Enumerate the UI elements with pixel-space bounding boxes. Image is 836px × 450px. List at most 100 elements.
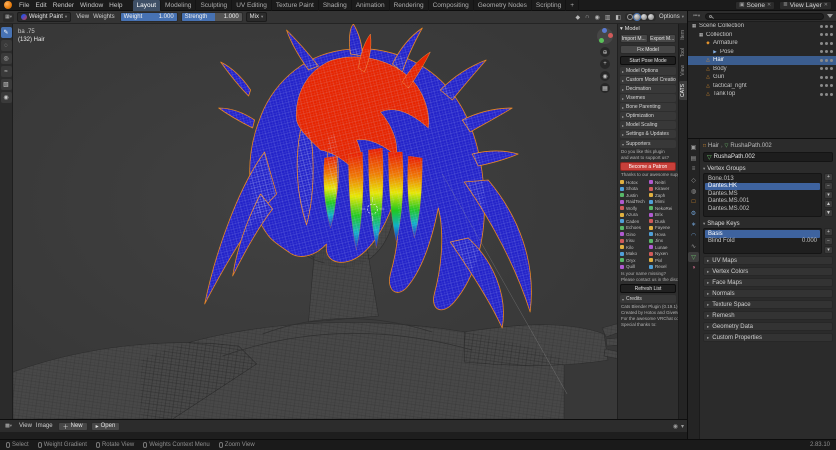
paint-tool-button[interactable]: ◎ (1, 53, 12, 64)
properties-tab[interactable]: ≡ (688, 164, 699, 174)
editor-type-dropdown[interactable]: ▩▾ (3, 422, 14, 431)
paint-tool-button[interactable]: ◌ (1, 40, 12, 51)
new-image-button[interactable]: ＋ New (58, 422, 88, 431)
list-operator-button[interactable]: + (824, 173, 833, 181)
overlays-icon[interactable]: ▥ (604, 14, 612, 21)
outliner-row[interactable]: △ Body (688, 65, 836, 74)
cats-section-header[interactable]: ▸ Visemes (620, 94, 676, 102)
paint-tool-button[interactable]: ▧ (1, 79, 12, 90)
export-model-button[interactable]: Export M... (649, 34, 677, 43)
vertex-group-row[interactable]: Dantes.MS.001 (705, 198, 820, 206)
image-editor-menu[interactable]: View (17, 423, 34, 429)
solid-shading-icon[interactable] (634, 14, 640, 20)
hide-viewport-icon[interactable] (820, 84, 823, 87)
breadcrumb-object[interactable]: Hair (708, 143, 719, 149)
list-operator-button[interactable]: ▼ (824, 209, 833, 217)
outliner-row[interactable]: △ Hair (688, 56, 836, 65)
workspace-tab[interactable]: Layout (133, 0, 162, 11)
start-pose-mode-button[interactable]: Start Pose Mode (620, 56, 676, 65)
disable-render-icon[interactable] (830, 59, 833, 62)
menubar-menu[interactable]: Edit (32, 0, 49, 11)
properties-panel-header[interactable]: ▸ Vertex Colors (703, 267, 833, 276)
supporter-entry[interactable]: Quill (620, 264, 647, 271)
workspace-tab[interactable]: Compositing (429, 0, 474, 11)
menubar-menu[interactable]: File (16, 0, 32, 11)
properties-panel-header[interactable]: ▸ Custom Properties (703, 333, 833, 342)
disable-render-icon[interactable] (830, 42, 833, 45)
wireframe-shading-icon[interactable] (627, 14, 633, 20)
gizmo-button[interactable]: + (600, 59, 610, 69)
supporter-entry[interactable]: Rexel (649, 264, 676, 271)
outliner-row[interactable]: ◆ Armature (688, 39, 836, 48)
disable-render-icon[interactable] (830, 33, 833, 36)
become-patron-button[interactable]: Become a Patron (620, 162, 676, 171)
mode-dropdown[interactable]: Weight Paint ▾ (17, 12, 71, 22)
disable-viewport-icon[interactable] (825, 25, 828, 28)
properties-tab[interactable]: ◇ (688, 175, 699, 185)
hide-viewport-icon[interactable] (820, 67, 823, 70)
credits-section-header[interactable]: ▾ Credits (620, 295, 676, 303)
cats-section-header[interactable]: ▸ Model Options (620, 67, 676, 75)
disable-render-icon[interactable] (830, 25, 833, 28)
workspace-tab[interactable]: Sculpting (196, 0, 232, 11)
hide-viewport-icon[interactable] (820, 33, 823, 36)
sidebar-tab[interactable]: CATS (679, 81, 687, 100)
breadcrumb-data[interactable]: RushaPath.002 (730, 143, 771, 149)
workspace-tab[interactable]: Rendering (390, 0, 429, 11)
import-model-button[interactable]: Import M... (620, 34, 648, 43)
options-dropdown[interactable]: Options ▾ (659, 14, 684, 20)
properties-panel-header[interactable]: ▸ Remesh (703, 311, 833, 320)
mesh-name-field[interactable]: ▽ RushaPath.002 (703, 152, 833, 162)
properties-tab[interactable]: □ (688, 197, 699, 207)
vertex-group-row[interactable]: Bone.013 (705, 175, 820, 183)
outliner-row[interactable]: △ tactical_right (688, 82, 836, 91)
disable-viewport-icon[interactable] (825, 76, 828, 79)
sidebar-tab[interactable]: View (679, 62, 687, 79)
disable-viewport-icon[interactable] (825, 33, 828, 36)
cats-section-header[interactable]: ▸ Model Scaling (620, 121, 676, 129)
list-operator-button[interactable]: ▾ (824, 246, 833, 254)
sidebar-tab[interactable]: Item (679, 27, 687, 43)
outliner-row[interactable]: ▶ Pose (688, 48, 836, 57)
viewport-menu[interactable]: Weights (91, 14, 117, 20)
properties-tab[interactable]: ▤ (688, 153, 699, 163)
paint-tool-button[interactable]: ◉ (1, 92, 12, 103)
paint-tool-button[interactable]: ✎ (1, 27, 12, 38)
view-layer-selector[interactable]: ≣ View Layer ✕ (779, 1, 832, 10)
menubar-menu[interactable]: Render (50, 0, 77, 11)
material-shading-icon[interactable] (641, 14, 647, 20)
hide-viewport-icon[interactable] (820, 93, 823, 96)
gizmo-button[interactable]: ◉ (600, 71, 610, 81)
disable-viewport-icon[interactable] (825, 42, 828, 45)
viewport-canvas[interactable]: ba .75 (132) Hair ⊕+◉▦ (13, 24, 617, 419)
fix-model-button[interactable]: Fix Model (620, 45, 676, 54)
navigation-gizmo[interactable] (597, 28, 613, 44)
menubar-menu[interactable]: Help (106, 0, 125, 11)
workspace-tab[interactable]: Modeling (161, 0, 196, 11)
filter-icon[interactable] (827, 14, 833, 18)
workspace-tab[interactable]: UV Editing (232, 0, 272, 11)
viewport-menu[interactable]: View (74, 14, 91, 20)
list-operator-button[interactable]: − (824, 182, 833, 190)
workspace-tab[interactable]: Shading (319, 0, 352, 11)
hide-viewport-icon[interactable] (820, 50, 823, 53)
image-editor-canvas[interactable] (0, 432, 687, 439)
properties-tab[interactable]: ⚙ (688, 208, 699, 218)
model-section-header[interactable]: ▾ Model (618, 24, 678, 33)
list-operator-button[interactable]: + (824, 228, 833, 236)
outliner-row[interactable]: △ Gun (688, 73, 836, 82)
properties-panel-header[interactable]: ▸ Normals (703, 289, 833, 298)
snapping-magnet-icon[interactable]: ∩ (584, 14, 590, 20)
editor-type-dropdown[interactable]: ▦▾ (3, 13, 14, 22)
disable-viewport-icon[interactable] (825, 67, 828, 70)
cats-section-header[interactable]: ▸ Optimization (620, 112, 676, 120)
outliner-row[interactable]: ▦ Scene Collection (688, 22, 836, 31)
disable-viewport-icon[interactable] (825, 84, 828, 87)
properties-tab[interactable]: ▣ (688, 142, 699, 152)
menubar-menu[interactable]: Window (77, 0, 106, 11)
workspace-tab[interactable]: Geometry Nodes (474, 0, 532, 11)
list-operator-button[interactable]: ▾ (824, 191, 833, 199)
gizmo-button[interactable]: ▦ (600, 83, 610, 93)
hide-viewport-icon[interactable] (820, 42, 823, 45)
blend-mode-dropdown[interactable]: Mix ▾ (246, 12, 268, 22)
